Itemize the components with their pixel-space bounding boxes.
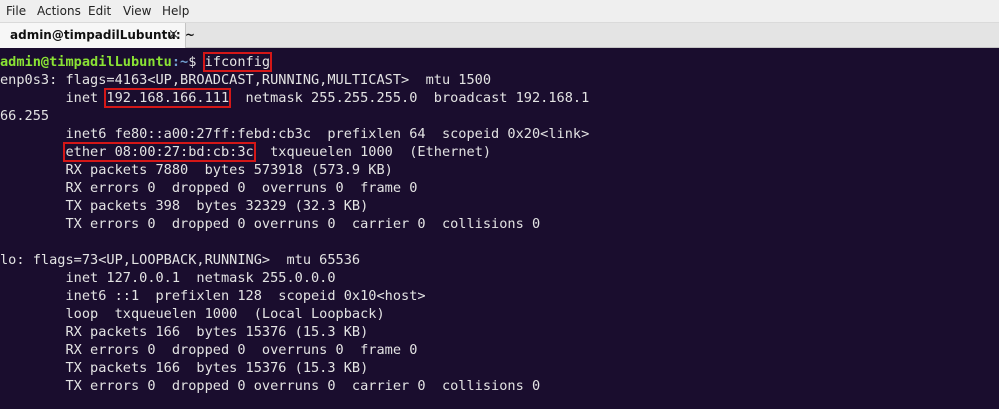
menu-view[interactable]: View [123, 4, 151, 18]
command-highlight: ifconfig [202, 52, 273, 72]
lo-inet6-line: inet6 ::1 prefixlen 128 scopeid 0x10<hos… [0, 288, 426, 304]
inet-rest: netmask 255.255.255.0 broadcast 192.168.… [229, 90, 590, 106]
enp0s3-rx-errors-line: RX errors 0 dropped 0 overruns 0 frame 0 [0, 180, 418, 196]
tab-bar: admin@timpadilLubuntu: ~ × [0, 23, 999, 48]
mac-address-highlight: ether 08:00:27:bd:cb:3c [63, 142, 256, 162]
menu-file[interactable]: File [6, 4, 26, 18]
prompt-user-host: admin@timpadilLubuntu [0, 54, 172, 70]
ip-address-highlight: 192.168.166.111 [104, 88, 232, 108]
enp0s3-tx-packets-line: TX packets 398 bytes 32329 (32.3 KB) [0, 198, 369, 214]
enp0s3-inet6-line: inet6 fe80::a00:27ff:febd:cb3c prefixlen… [0, 126, 590, 142]
enp0s3-inet-wrap-line: 66.255 [0, 108, 50, 124]
lo-flags-line: lo: flags=73<UP,LOOPBACK,RUNNING> mtu 65… [0, 252, 361, 268]
lo-inet-line: inet 127.0.0.1 netmask 255.0.0.0 [0, 270, 336, 286]
enp0s3-inet-line: inet 192.168.166.111 netmask 255.255.255… [0, 88, 590, 108]
ether-indent [0, 144, 65, 160]
enp0s3-ether-line: ether 08:00:27:bd:cb:3c txqueuelen 1000 … [0, 142, 492, 162]
lo-tx-packets-line: TX packets 166 bytes 15376 (15.3 KB) [0, 360, 369, 376]
menu-help[interactable]: Help [162, 4, 189, 18]
prompt-symbol: $ [188, 54, 205, 70]
lo-rx-errors-line: RX errors 0 dropped 0 overruns 0 frame 0 [0, 342, 418, 358]
prompt-line: admin@timpadilLubuntu:~$ ifconfig [0, 52, 273, 72]
menu-bar: File Actions Edit View Help [0, 0, 999, 23]
close-icon[interactable]: × [168, 27, 179, 42]
menu-edit[interactable]: Edit [88, 4, 111, 18]
prompt-path: :~ [171, 54, 189, 70]
enp0s3-rx-packets-line: RX packets 7880 bytes 573918 (573.9 KB) [0, 162, 393, 178]
ether-rest: txqueuelen 1000 (Ethernet) [253, 144, 492, 160]
terminal-tab[interactable]: admin@timpadilLubuntu: ~ × [0, 23, 195, 48]
lo-rx-packets-line: RX packets 166 bytes 15376 (15.3 KB) [0, 324, 369, 340]
lo-tx-errors-line: TX errors 0 dropped 0 overruns 0 carrier… [0, 378, 541, 394]
enp0s3-tx-errors-line: TX errors 0 dropped 0 overruns 0 carrier… [0, 216, 541, 232]
terminal-output[interactable]: admin@timpadilLubuntu:~$ ifconfig enp0s3… [0, 48, 999, 409]
inet-label: inet [0, 90, 107, 106]
enp0s3-flags-line: enp0s3: flags=4163<UP,BROADCAST,RUNNING,… [0, 72, 492, 88]
menu-actions[interactable]: Actions [37, 4, 81, 18]
lo-loop-line: loop txqueuelen 1000 (Local Loopback) [0, 306, 385, 322]
